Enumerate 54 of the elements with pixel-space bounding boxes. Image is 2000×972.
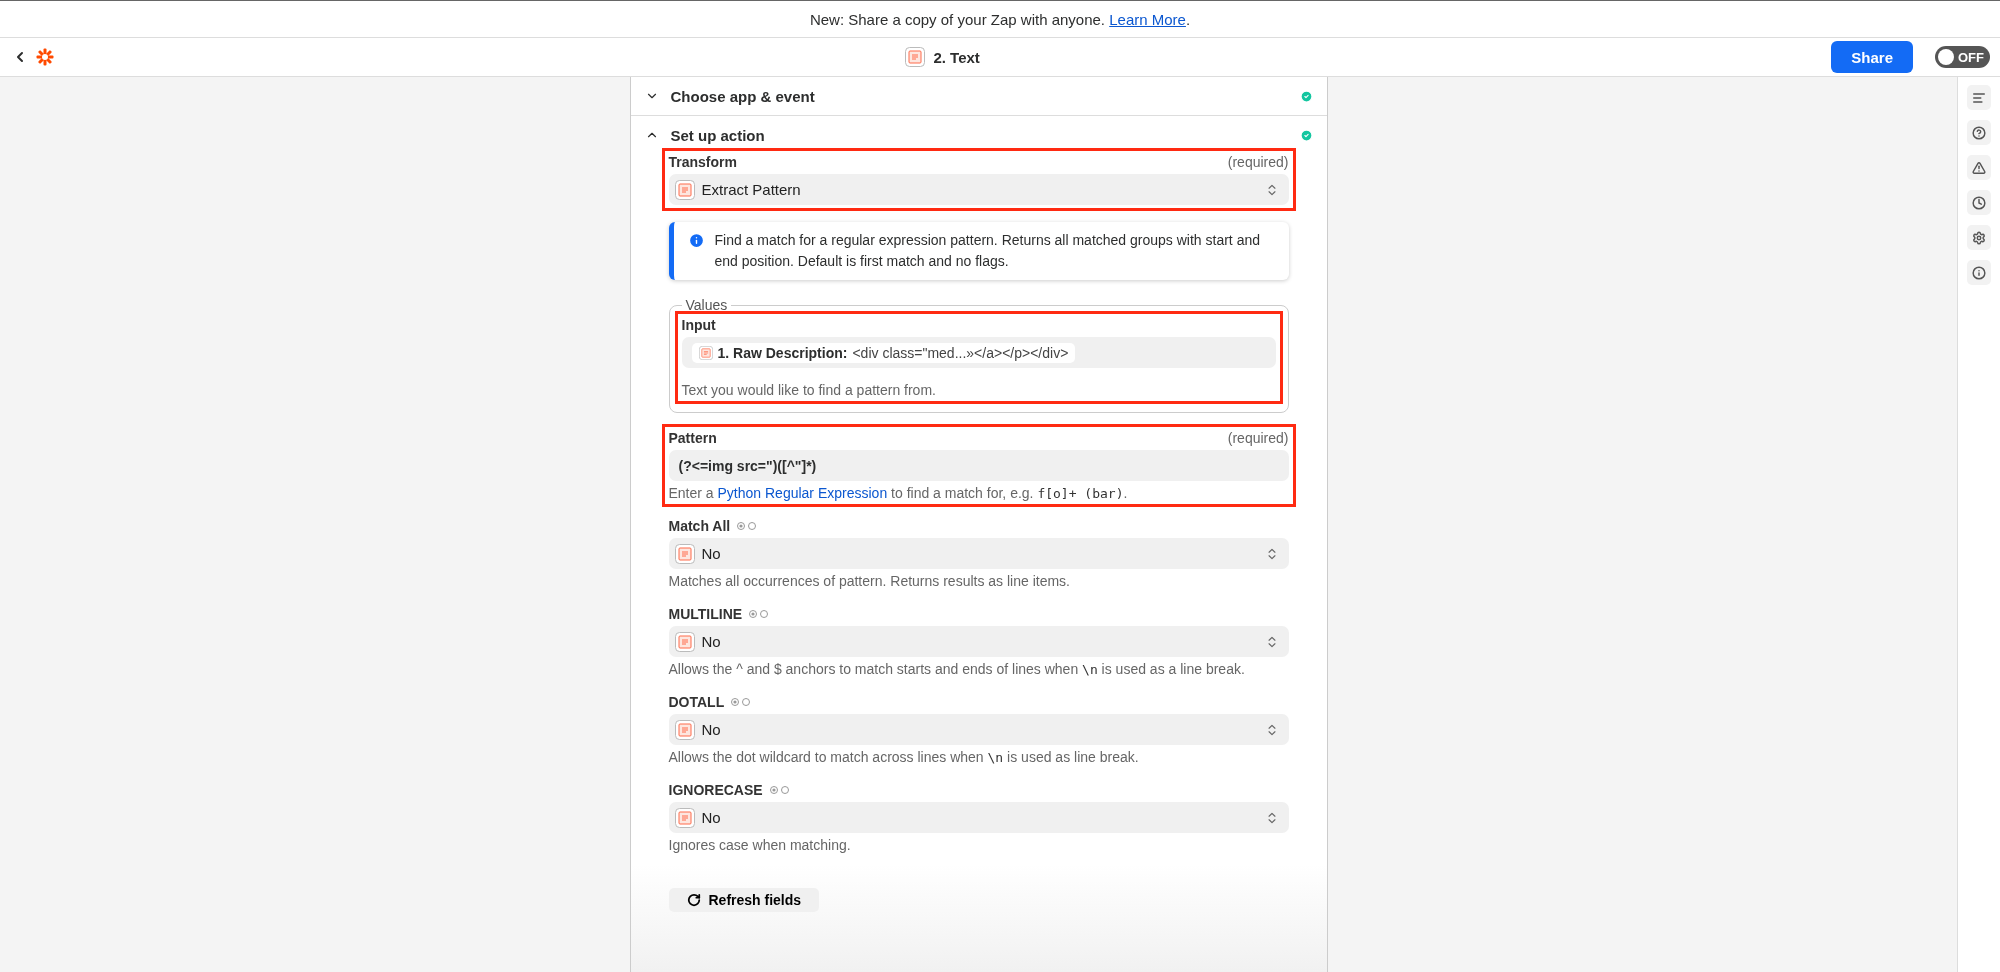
settings-icon[interactable] [1967, 225, 1991, 250]
field-label: Pattern [668, 430, 717, 446]
help-link[interactable]: Python Regular Expression [717, 485, 888, 501]
app-icon [698, 345, 713, 360]
select-field[interactable]: Extract Pattern [668, 174, 1289, 205]
required-label: (required) [1227, 430, 1289, 446]
app-icon [674, 631, 695, 652]
refresh-fields-button[interactable]: Refresh fields [668, 888, 820, 912]
share-button[interactable]: Share [1831, 41, 1913, 73]
refresh-icon [686, 893, 701, 907]
input-field[interactable]: 1. Raw Description: <div class="med...»</a></p></div> [681, 337, 1276, 368]
app-icon [674, 179, 695, 200]
mapping-toggle-icon[interactable] [768, 785, 791, 795]
mapping-toggle-icon[interactable] [748, 609, 771, 619]
section-header[interactable]: Choose app & event [630, 77, 1327, 116]
required-label: (required) [1227, 154, 1289, 170]
help-text: Allows the ^ and $ anchors to match starts and ends of lines when \n is used as a line break. [668, 661, 1246, 677]
field-label: MULTILINE [668, 606, 743, 622]
mapping-toggle-icon[interactable] [736, 521, 759, 531]
info-text: Find a match for a regular expression pattern. Returns all matched groups with start and end position. Default is first match and no flags. [714, 231, 1261, 271]
learn-more-link[interactable]: Learn More [1109, 10, 1186, 28]
select-field[interactable]: No [668, 538, 1289, 569]
select-field[interactable]: No [668, 626, 1289, 657]
app-icon [905, 47, 926, 67]
data-pill[interactable]: 1. Raw Description: <div class="med...»</a></p></div> [691, 342, 1076, 363]
field-label: Transform [668, 154, 737, 170]
step-title: 2. Text [933, 48, 980, 66]
asterisk-logo-icon[interactable] [36, 48, 54, 66]
info-icon[interactable] [1967, 260, 1991, 285]
help-text: Allows the dot wildcard to match across lines when \n is used as line break. [668, 749, 1140, 765]
on-off-toggle[interactable]: OFF [1935, 46, 1990, 68]
select-field[interactable]: No [668, 714, 1289, 745]
mapping-toggle-icon[interactable] [730, 697, 753, 707]
select-field[interactable]: No [668, 802, 1289, 833]
field-label: Input [681, 317, 716, 333]
section-header[interactable]: Set up action [630, 116, 1327, 154]
clock-icon[interactable] [1967, 190, 1991, 215]
group-legend: Values [681, 297, 732, 313]
field-label: Match All [668, 518, 731, 534]
banner-text: New: Share a copy of your Zap with anyone. Learn More. [809, 10, 1191, 28]
input-field[interactable]: (?<=img src=")([^"]*) [668, 450, 1289, 481]
help-text: Enter a Python Regular Expression to find a match for, e.g. f[o]+ (bar). [668, 485, 1129, 501]
warning-icon[interactable] [1967, 155, 1991, 180]
field-label: IGNORECASE [668, 782, 763, 798]
app-icon [674, 543, 695, 564]
help-icon[interactable] [1967, 120, 1991, 145]
help-text: Text you would like to find a pattern from. [681, 382, 937, 398]
field-label: DOTALL [668, 694, 725, 710]
app-icon [674, 719, 695, 740]
help-text: Matches all occurrences of pattern. Returns results as line items. [668, 573, 1071, 589]
app-icon [674, 807, 695, 828]
help-text: Ignores case when matching. [668, 837, 852, 853]
lines-icon[interactable] [1967, 85, 1991, 110]
info-icon [687, 232, 705, 249]
